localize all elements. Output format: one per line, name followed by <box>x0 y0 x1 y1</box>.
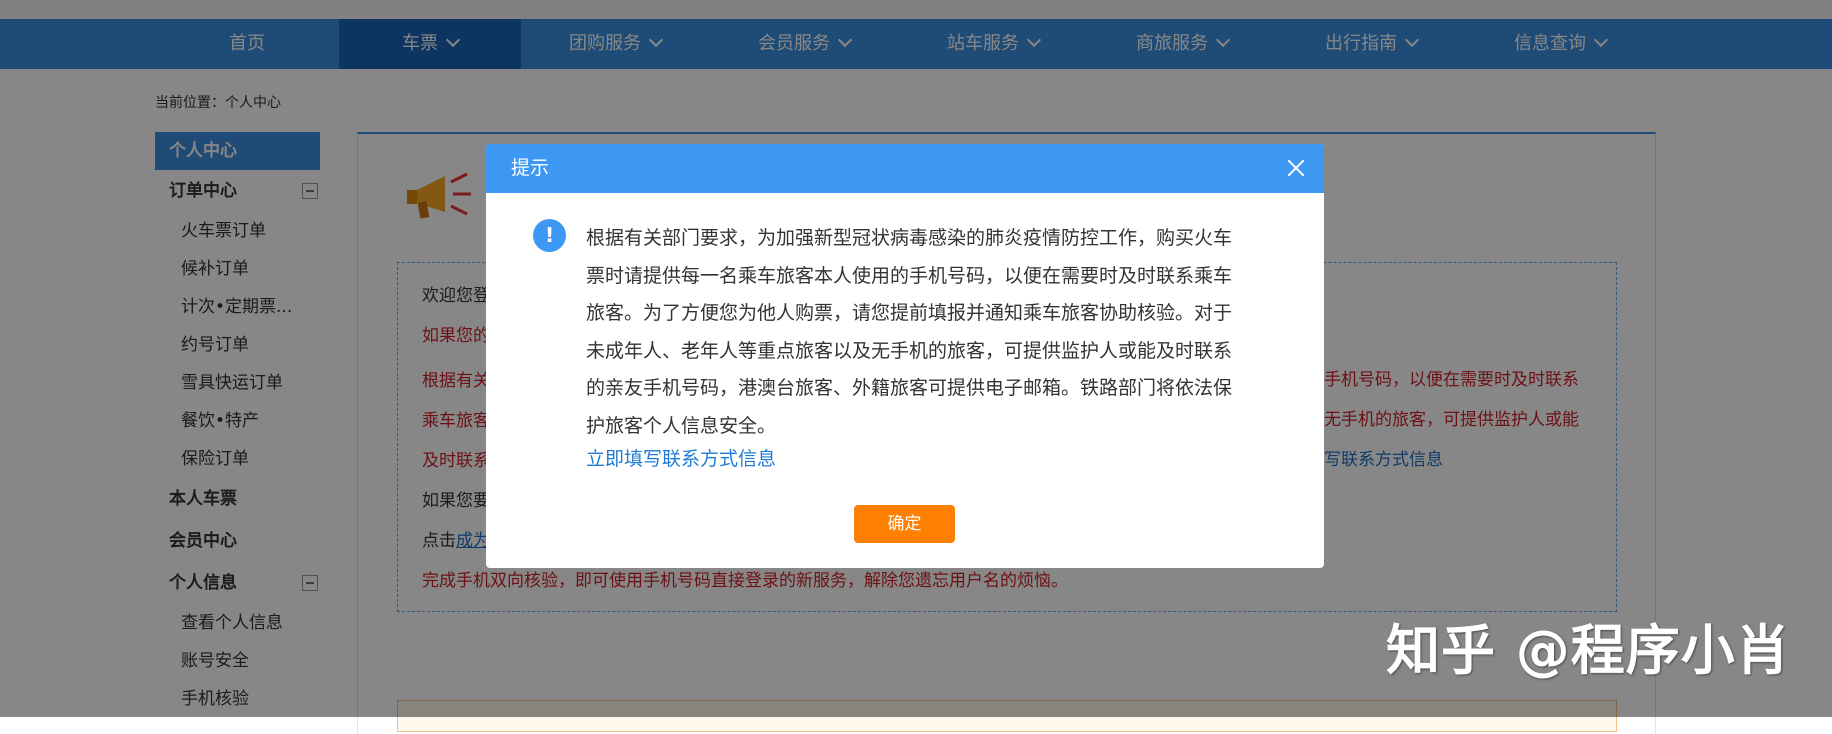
dialog-message-line: 票时请提供每一名乘车旅客本人使用的手机号码，以便在需要时及时联系乘车 <box>586 264 1233 287</box>
dialog-header: 提示 <box>486 144 1324 193</box>
info-icon: ! <box>533 219 566 252</box>
notice-dialog: 提示 ! 根据有关部门要求，为加强新型冠状病毒感染的肺炎疫情防控工作，购买火车 … <box>486 144 1324 568</box>
dialog-message-line: 未成年人、老年人等重点旅客以及无手机的旅客，可提供监护人或能及时联系 <box>586 339 1233 362</box>
fill-contact-link[interactable]: 立即填写联系方式信息 <box>586 444 776 471</box>
dialog-message-line: 旅客。为了方便您为他人购票，请您提前填报并通知乘车旅客协助核验。对于 <box>586 302 1233 324</box>
watermark: 知乎 @程序小肖 <box>1386 619 1791 682</box>
dialog-title: 提示 <box>511 157 550 179</box>
ok-button[interactable]: 确定 <box>854 505 955 543</box>
dialog-message-line: 护旅客个人信息安全。 <box>586 414 777 437</box>
dialog-message-line: 根据有关部门要求，为加强新型冠状病毒感染的肺炎疫情防控工作，购买火车 <box>586 227 1233 249</box>
close-icon[interactable] <box>1284 156 1308 180</box>
dialog-message: 根据有关部门要求，为加强新型冠状病毒感染的肺炎疫情防控工作，购买火车 票时请提供… <box>586 220 1276 445</box>
dialog-message-line: 的亲友手机号码，港澳台旅客、外籍旅客可提供电子邮箱。铁路部门将依法保 <box>586 377 1233 399</box>
